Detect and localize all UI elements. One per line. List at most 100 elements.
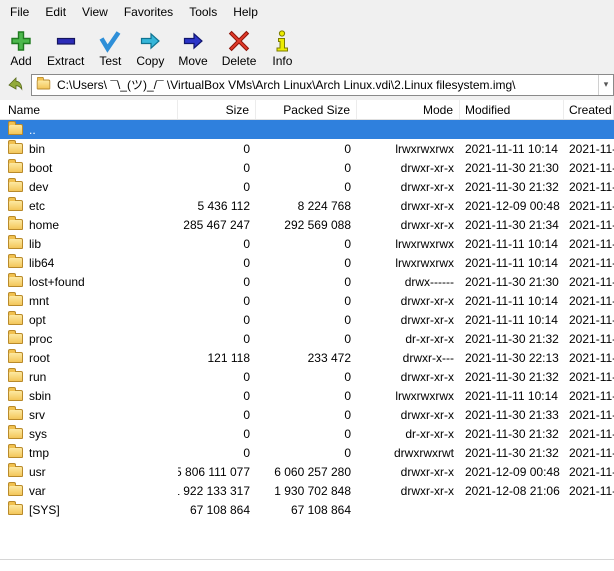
cell-created: 2021-11-: [569, 293, 614, 308]
menu-file[interactable]: File: [2, 1, 37, 23]
folder-icon: [8, 482, 23, 496]
move-button[interactable]: Move: [171, 26, 214, 69]
cell-size: 0: [243, 312, 250, 327]
cell-mode: drwxr-xr-x: [400, 369, 454, 384]
file-row[interactable]: [SYS] 67 108 864 67 108 864: [0, 500, 614, 519]
cell-modified: 2021-11-11 10:14: [465, 312, 558, 327]
menu-tools[interactable]: Tools: [181, 1, 225, 23]
cell-mode: drwxr-xr-x: [400, 198, 454, 213]
cell-modified: 2021-11-30 21:32: [465, 369, 559, 384]
folder-icon: [8, 197, 23, 211]
file-row[interactable]: bin 0 0 lrwxrwxrwx 2021-11-11 10:14 2021-11-: [0, 139, 614, 158]
cell-created: 2021-11-: [569, 331, 614, 346]
file-row[interactable]: usr 5 806 111 077 6 060 257 280 drwxr-xr-x 2…: [0, 462, 614, 481]
cell-size: 0: [243, 274, 250, 289]
cell-mode: drwxr-xr-x: [400, 464, 454, 479]
folder-icon: [8, 273, 23, 287]
navigate-up-button[interactable]: [4, 74, 26, 96]
cell-modified: 2021-11-30 22:13: [465, 350, 559, 365]
column-header-mode[interactable]: Mode: [357, 100, 460, 119]
file-row[interactable]: var 1 922 133 317 1 930 702 848 drwxr-xr-x 2…: [0, 481, 614, 500]
cell-modified: 2021-12-09 00:48: [465, 198, 560, 213]
file-row[interactable]: root 121 118 233 472 drwxr-x--- 2021-11-30 2…: [0, 348, 614, 367]
file-row[interactable]: lost+found 0 0 drwx------ 2021-11-30 21:30 20…: [0, 272, 614, 291]
cell-created: 2021-11-: [569, 274, 614, 289]
cell-size: 0: [243, 388, 250, 403]
cell-name: opt: [0, 310, 178, 329]
file-row[interactable]: lib64 0 0 lrwxrwxrwx 2021-11-11 10:14 2021-11…: [0, 253, 614, 272]
file-name: lib64: [29, 255, 55, 270]
folder-icon: [8, 178, 23, 192]
cell-packed: 0: [344, 407, 351, 422]
cell-created: [564, 120, 614, 139]
folder-icon: [8, 444, 23, 458]
file-row[interactable]: home 285 467 247 292 569 088 drwxr-xr-x 2021…: [0, 215, 614, 234]
file-row[interactable]: opt 0 0 drwxr-xr-x 2021-11-11 10:14 2021-11-: [0, 310, 614, 329]
cell-packed: 8 224 768: [297, 198, 351, 213]
cell-modified: 2021-11-30 21:33: [465, 407, 559, 422]
file-row[interactable]: lib 0 0 lrwxrwxrwx 2021-11-11 10:14 2021-11-: [0, 234, 614, 253]
column-header-modified[interactable]: Modified: [460, 100, 564, 119]
column-header-packed-size[interactable]: Packed Size: [256, 100, 357, 119]
cell-name: [SYS]: [0, 500, 178, 519]
file-row[interactable]: proc 0 0 dr-xr-xr-x 2021-11-30 21:32 2021-11-: [0, 329, 614, 348]
add-plus-icon: [11, 31, 31, 51]
file-name: ..: [29, 122, 36, 137]
list-header: Name Size Packed Size Mode Modified Crea…: [0, 100, 614, 120]
file-row[interactable]: dev 0 0 drwxr-xr-x 2021-11-30 21:32 2021-11-: [0, 177, 614, 196]
file-row[interactable]: run 0 0 drwxr-xr-x 2021-11-30 21:32 2021-11-: [0, 367, 614, 386]
file-row[interactable]: sbin 0 0 lrwxrwxrwx 2021-11-11 10:14 2021-11-: [0, 386, 614, 405]
info-button[interactable]: Info: [263, 26, 301, 69]
folder-icon: [8, 216, 23, 230]
extract-button[interactable]: Extract: [40, 26, 91, 69]
cell-name: dev: [0, 177, 178, 196]
test-button[interactable]: Test: [91, 26, 129, 69]
menu-view[interactable]: View: [74, 1, 116, 23]
menu-help[interactable]: Help: [225, 1, 266, 23]
toolbar: Add Extract Test Copy Move Delete Info: [0, 24, 614, 72]
column-header-name[interactable]: Name: [0, 100, 178, 119]
file-name: mnt: [29, 293, 50, 308]
copy-button[interactable]: Copy: [129, 26, 171, 69]
address-bar: C:\Users\ ¯\_(ツ)_/¯ \VirtualBox VMs\Arch…: [0, 72, 614, 100]
cell-mode: lrwxrwxrwx: [395, 236, 454, 251]
cell-size: 0: [243, 255, 250, 270]
file-row[interactable]: boot 0 0 drwxr-xr-x 2021-11-30 21:30 2021-11-: [0, 158, 614, 177]
address-dropdown-button[interactable]: ▾: [598, 74, 613, 95]
menu-favorites[interactable]: Favorites: [116, 1, 181, 23]
menu-edit[interactable]: Edit: [37, 1, 74, 23]
folder-icon: [8, 368, 23, 382]
cell-mode: drwxrwxrwt: [394, 445, 454, 460]
folder-icon: [8, 254, 23, 268]
cell-size: 0: [243, 445, 250, 460]
cell-mode: drwxr-xr-x: [400, 160, 454, 175]
folder-icon: [8, 140, 23, 154]
cell-created: 2021-11-: [569, 141, 614, 156]
file-row[interactable]: mnt 0 0 drwxr-xr-x 2021-11-11 10:14 2021-11-: [0, 291, 614, 310]
column-header-size[interactable]: Size: [178, 100, 256, 119]
file-row[interactable]: sys 0 0 dr-xr-xr-x 2021-11-30 21:32 2021-11-: [0, 424, 614, 443]
file-row[interactable]: ..: [0, 120, 614, 139]
file-row[interactable]: srv 0 0 drwxr-xr-x 2021-11-30 21:33 2021-11-: [0, 405, 614, 424]
file-name: boot: [29, 160, 53, 175]
cell-modified: 2021-11-30 21:32: [465, 426, 559, 441]
cell-created: 2021-11-: [569, 464, 614, 479]
folder-icon: [8, 406, 23, 420]
cell-created: 2021-11-: [569, 388, 614, 403]
folder-icon: [8, 159, 23, 173]
delete-button[interactable]: Delete: [215, 26, 264, 69]
folder-icon: [8, 387, 23, 401]
column-header-created[interactable]: Created: [564, 100, 614, 119]
folder-icon: [8, 121, 23, 135]
file-row[interactable]: etc 5 436 112 8 224 768 drwxr-xr-x 2021-12-0…: [0, 196, 614, 215]
cell-size: 0: [243, 179, 250, 194]
cell-packed: [256, 120, 357, 139]
add-button[interactable]: Add: [2, 26, 40, 69]
address-input[interactable]: C:\Users\ ¯\_(ツ)_/¯ \VirtualBox VMs\Arch…: [31, 73, 614, 96]
cell-modified: [460, 500, 564, 519]
cell-packed: 0: [344, 388, 351, 403]
cell-created: 2021-11-: [569, 312, 614, 327]
cell-size: 0: [243, 426, 250, 441]
cell-name: var: [0, 481, 178, 500]
file-row[interactable]: tmp 0 0 drwxrwxrwt 2021-11-30 21:32 2021-11-: [0, 443, 614, 462]
